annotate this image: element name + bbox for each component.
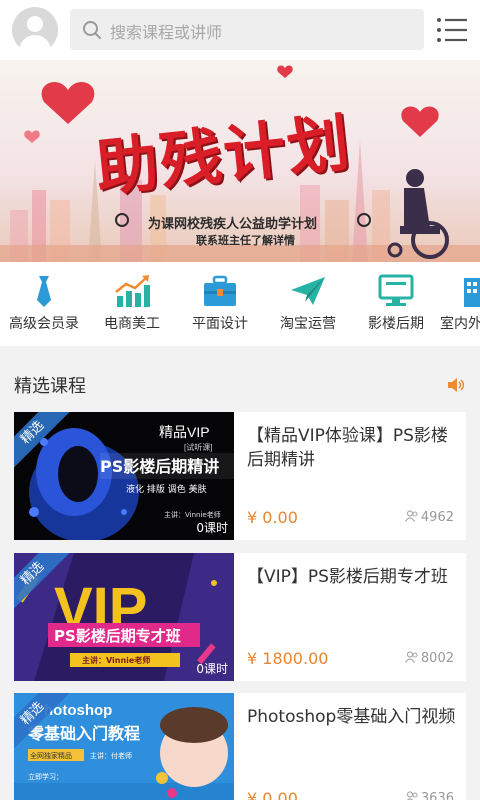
top-bar: 搜索课程或讲师 xyxy=(0,0,480,60)
thumb-title: PS影楼后期专才班 xyxy=(54,627,181,645)
tie-icon xyxy=(37,276,51,307)
student-count: 4962 xyxy=(404,510,454,525)
banner-subtitle-2: 联系班主任了解详情 xyxy=(196,234,295,247)
growth-chart-icon xyxy=(115,275,150,307)
course-thumbnail[interactable]: hotoshop 零基础入门教程 全网独家精品 主讲：付老师 立即学习： 精选 xyxy=(14,693,234,800)
category-item-graphic-design[interactable]: 平面设计 xyxy=(176,262,264,346)
student-count: 8002 xyxy=(404,651,454,666)
thumb-tag: 全网独家精品 xyxy=(30,751,72,760)
thumb-subtitle: 液化 排版 调色 美肤 xyxy=(126,483,207,495)
category-label: 淘宝运营 xyxy=(280,316,336,332)
section-title: 精选课程 xyxy=(14,376,86,397)
category-label: 影楼后期 xyxy=(368,316,424,332)
avatar[interactable] xyxy=(12,7,58,53)
search-placeholder: 搜索课程或讲师 xyxy=(110,23,223,42)
course-thumbnail[interactable]: 精品VIP [试听课] PS影楼后期精讲 液化 排版 调色 美肤 主讲：Vinn… xyxy=(14,412,234,540)
category-label: 电商美工 xyxy=(104,316,160,332)
category-label: 平面设计 xyxy=(192,316,248,332)
featured-section: 精选课程 精品VIP [试听课] PS影楼后期精讲 液化 排版 调色 美肤 主讲… xyxy=(0,356,480,800)
banner-subtitle: 为课网校残疾人公益助学计划 xyxy=(148,217,318,232)
category-item-taobao[interactable]: 淘宝运营 xyxy=(264,262,352,346)
thumb-teacher: 主讲：Vinnie老师 xyxy=(82,655,150,665)
briefcase-icon xyxy=(204,275,236,306)
course-price: ¥ 0.00 xyxy=(247,508,298,527)
paper-plane-icon xyxy=(291,277,325,305)
thumb-tag-small: [试听课] xyxy=(184,442,212,452)
promo-banner[interactable]: 助残计划 为课网校残疾人公益助学计划 联系班主任了解详情 xyxy=(0,60,480,262)
course-title[interactable]: 【VIP】PS影楼后期专才班 xyxy=(247,565,457,589)
student-count-value: 3636 xyxy=(420,791,454,800)
student-count-value: 8002 xyxy=(420,651,454,666)
search-input[interactable]: 搜索课程或讲师 xyxy=(70,9,424,50)
course-title[interactable]: Photoshop零基础入门视频 xyxy=(247,705,457,729)
people-icon xyxy=(406,791,418,800)
lesson-count: 0课时 xyxy=(196,662,228,676)
course-thumbnail[interactable]: VIP PS影楼后期专才班 主讲：Vinnie老师 精选 0课时 xyxy=(14,553,234,681)
menu-icon[interactable] xyxy=(436,15,468,45)
course-card[interactable]: hotoshop 零基础入门教程 全网独家精品 主讲：付老师 立即学习： 精选 … xyxy=(14,693,466,800)
category-label: 高级会员录 xyxy=(9,316,79,332)
thumb-tag: 精品VIP xyxy=(159,424,210,440)
course-card[interactable]: VIP PS影楼后期专才班 主讲：Vinnie老师 精选 0课时 【VIP】PS… xyxy=(14,553,466,681)
search-icon xyxy=(83,21,101,39)
thumb-title: PS影楼后期精讲 xyxy=(100,457,219,476)
people-icon xyxy=(404,510,418,522)
thumb-teacher: 主讲：Vinnie老师 xyxy=(164,510,221,519)
speaker-icon[interactable] xyxy=(448,378,464,392)
thumb-foot: 立即学习： xyxy=(28,772,63,781)
course-title[interactable]: 【精品VIP体验课】PS影楼后期精讲 xyxy=(247,424,457,472)
category-item-interior[interactable]: 室内外 xyxy=(440,262,480,346)
student-count: 3636 xyxy=(405,791,454,800)
people-icon xyxy=(404,651,418,663)
course-card[interactable]: 精品VIP [试听课] PS影楼后期精讲 液化 排版 调色 美肤 主讲：Vinn… xyxy=(14,412,466,540)
thumb-title-2: 零基础入门教程 xyxy=(27,724,140,743)
lesson-count: 0课时 xyxy=(196,521,228,535)
category-item-photo-studio[interactable]: 影楼后期 xyxy=(352,262,440,346)
category-nav: 高级会员录 电商美工 平面设计 淘宝运营 影楼后期 室内外 xyxy=(0,262,480,346)
student-count-value: 4962 xyxy=(420,510,454,525)
monitor-icon xyxy=(378,274,414,306)
category-label: 室内外 xyxy=(440,316,480,332)
building-icon xyxy=(464,278,480,307)
course-price: ¥ 0.00 xyxy=(247,789,298,800)
thumb-teacher: 主讲：付老师 xyxy=(90,751,132,760)
category-item-ecommerce[interactable]: 电商美工 xyxy=(88,262,176,346)
category-item-vip[interactable]: 高级会员录 xyxy=(0,262,88,346)
course-price: ¥ 1800.00 xyxy=(247,649,329,668)
